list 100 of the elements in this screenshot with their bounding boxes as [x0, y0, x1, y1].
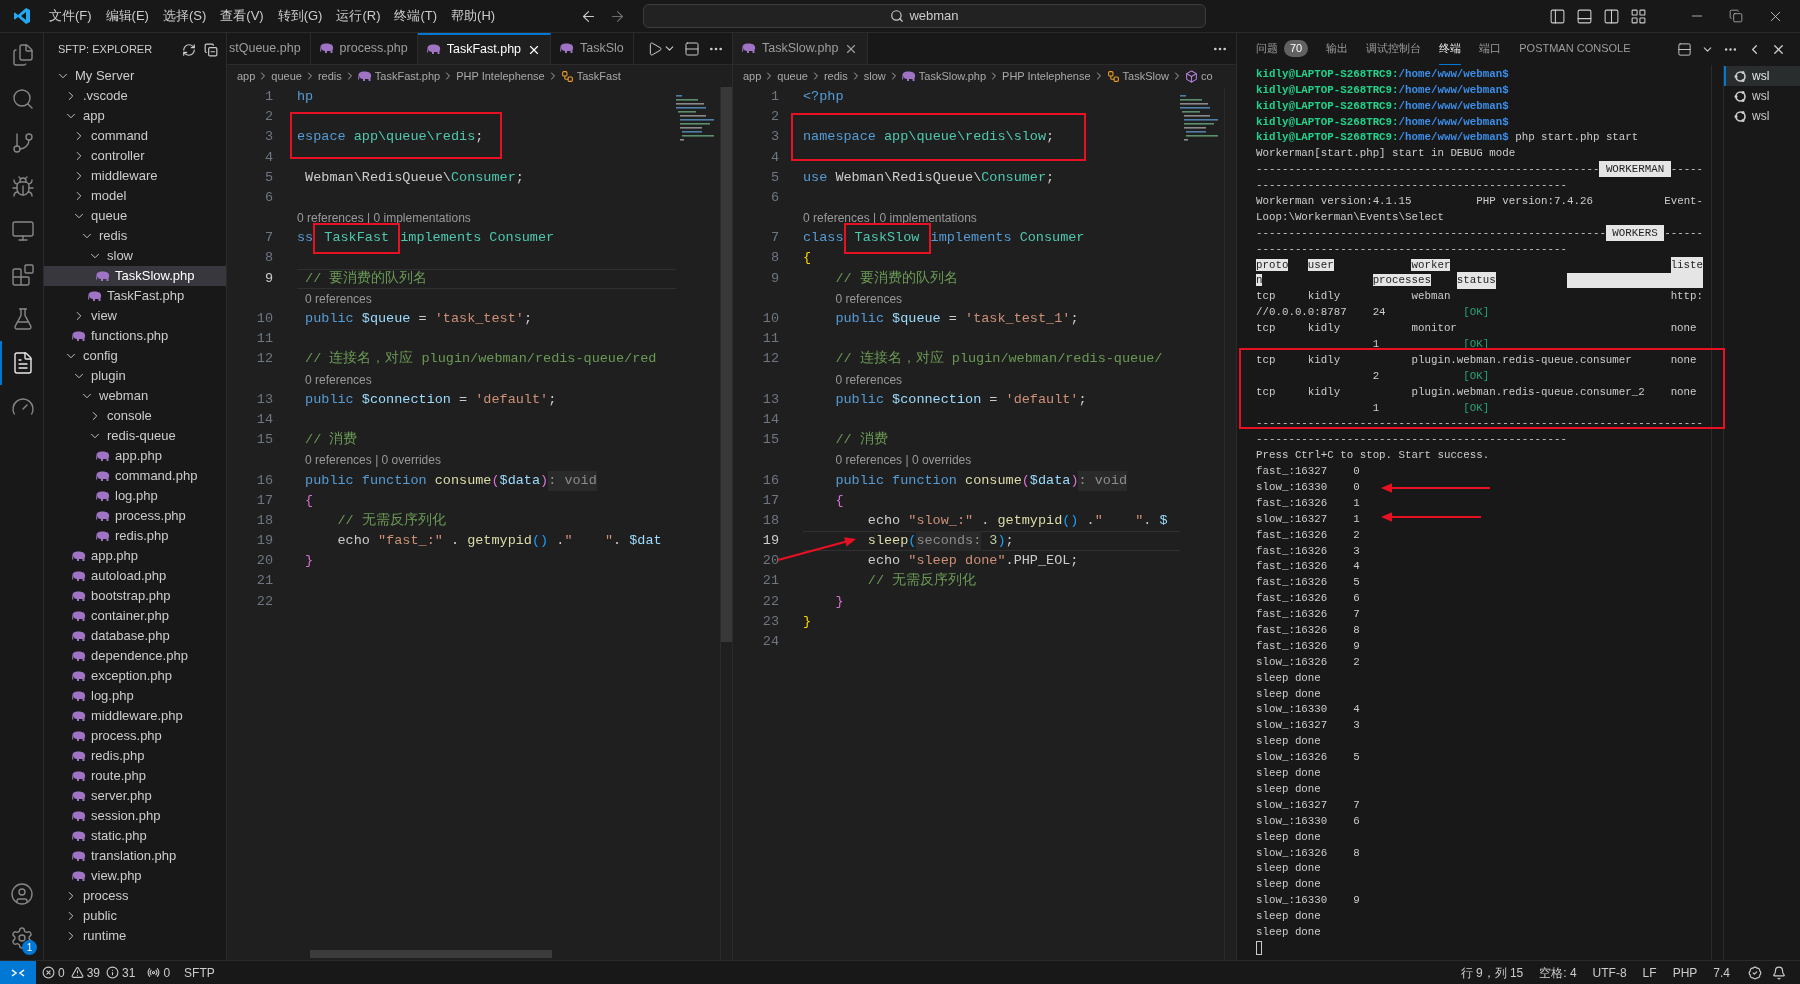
status-item[interactable]: PHP	[1664, 963, 1706, 982]
tree-item[interactable]: .vscode	[44, 86, 226, 106]
tree-item[interactable]: log.php	[44, 486, 226, 506]
panel-tab[interactable]: 输出	[1326, 33, 1349, 65]
tree-item[interactable]: middleware.php	[44, 706, 226, 726]
activity-item[interactable]: 1	[0, 916, 43, 960]
editor-tab[interactable]: TaskFast.php	[417, 33, 552, 64]
breadcrumb-item[interactable]: PHP Intelephense	[456, 67, 545, 85]
tree-item[interactable]: middleware	[44, 166, 226, 186]
ports-button[interactable]: 0	[141, 963, 177, 982]
breadcrumb-item[interactable]: queue	[777, 67, 808, 85]
terminal-session-item[interactable]: wsl	[1724, 106, 1800, 126]
tree-item[interactable]: model	[44, 186, 226, 206]
codelens-text[interactable]: 0 references	[835, 370, 903, 389]
tree-item[interactable]: bootstrap.php	[44, 586, 226, 606]
editor-tab[interactable]: TaskSlow.php	[733, 33, 869, 64]
run-icon[interactable]	[647, 40, 663, 57]
editor-tab[interactable]: TaskSlo	[551, 33, 634, 64]
tree-item[interactable]: redis-queue	[44, 426, 226, 446]
tree-item[interactable]: My Server	[44, 66, 226, 86]
refresh-icon[interactable]	[182, 42, 196, 57]
breadcrumb-item[interactable]: TaskSlow	[1106, 67, 1170, 85]
panel-tab[interactable]: 调试控制台	[1366, 33, 1422, 65]
tree-item[interactable]: autoload.php	[44, 566, 226, 586]
tree-item[interactable]: view	[44, 306, 226, 326]
tree-item[interactable]: slow	[44, 246, 226, 266]
scrollbar-thumb[interactable]	[721, 87, 732, 642]
tree-item[interactable]: redis.php	[44, 526, 226, 546]
menu-item[interactable]: 终端(T)	[389, 6, 443, 26]
tree-item[interactable]: command	[44, 126, 226, 146]
menu-item[interactable]: 帮助(H)	[446, 6, 501, 26]
tree-item[interactable]: translation.php	[44, 846, 226, 866]
breadcrumb-item[interactable]: app	[237, 67, 256, 85]
tree-item[interactable]: plugin	[44, 366, 226, 386]
scrollbar-track[interactable]	[1711, 65, 1724, 960]
panel-tab[interactable]: 终端	[1439, 33, 1462, 65]
tree-item[interactable]: app	[44, 106, 226, 126]
panel-tab[interactable]: 端口	[1479, 33, 1502, 65]
tree-item[interactable]: redis.php	[44, 746, 226, 766]
tree-item[interactable]: console	[44, 406, 226, 426]
codelens-text[interactable]: 0 references | 0 overrides	[835, 451, 972, 470]
menu-item[interactable]: 运行(R)	[331, 6, 386, 26]
breadcrumb-item[interactable]: redis	[823, 67, 848, 85]
menu-item[interactable]: 编辑(E)	[100, 6, 154, 26]
editor-tab[interactable]: process.php	[310, 33, 418, 64]
tree-item[interactable]: dependence.php	[44, 646, 226, 666]
layout-icon[interactable]	[1630, 7, 1647, 25]
tree-item[interactable]: TaskFast.php	[44, 286, 226, 306]
badge-check-icon[interactable]	[1748, 965, 1762, 980]
tree-item[interactable]: functions.php	[44, 326, 226, 346]
tree-item[interactable]: process	[44, 886, 226, 906]
collapse-all-icon[interactable]	[204, 42, 218, 57]
sidebar-toggle-icon[interactable]	[1549, 7, 1566, 25]
panel-tab[interactable]: POSTMAN CONSOLE	[1519, 33, 1631, 65]
terminal-session-item[interactable]: wsl	[1724, 66, 1800, 86]
tree-item[interactable]: view.php	[44, 866, 226, 886]
command-search-field[interactable]: webman	[643, 4, 1206, 28]
panel-toggle-icon[interactable]	[1576, 7, 1593, 25]
tree-item[interactable]: controller	[44, 146, 226, 166]
breadcrumb-item[interactable]: queue	[271, 67, 302, 85]
split-terminal-icon[interactable]	[1677, 41, 1692, 57]
breadcrumb-item[interactable]: redis	[317, 67, 342, 85]
remote-button[interactable]	[0, 961, 36, 984]
columns-icon[interactable]	[1603, 7, 1620, 25]
status-item[interactable]: UTF-8	[1584, 963, 1635, 982]
tree-item[interactable]: redis	[44, 226, 226, 246]
status-item[interactable]: SFTP	[176, 963, 223, 982]
tree-item[interactable]: app.php	[44, 446, 226, 466]
tree-item[interactable]: TaskSlow.php	[44, 266, 226, 286]
restore-icon[interactable]	[1729, 9, 1743, 23]
tree-item[interactable]: static.php	[44, 826, 226, 846]
codelens-text[interactable]: 0 references | 0 overrides	[305, 451, 441, 470]
codelens-text[interactable]: 0 references	[305, 289, 372, 308]
breadcrumb-item[interactable]: co	[1185, 67, 1213, 85]
codelens-text[interactable]: 0 references	[835, 289, 903, 308]
tree-item[interactable]: public	[44, 906, 226, 926]
tree-item[interactable]: container.php	[44, 606, 226, 626]
status-item[interactable]: 7.4	[1705, 963, 1738, 982]
tree-item[interactable]: exception.php	[44, 666, 226, 686]
terminal-session-item[interactable]: wsl	[1724, 86, 1800, 106]
menu-item[interactable]: 文件(F)	[44, 6, 97, 26]
menu-item[interactable]: 选择(S)	[157, 6, 212, 26]
editor-tab[interactable]: stQueue.php	[227, 33, 311, 64]
breadcrumb-item[interactable]: slow	[863, 67, 886, 85]
tree-item[interactable]: app.php	[44, 546, 226, 566]
tree-item[interactable]: log.php	[44, 686, 226, 706]
tree-item[interactable]: server.php	[44, 786, 226, 806]
problems-button[interactable]: 0 39 31	[36, 963, 142, 982]
tree-item[interactable]: session.php	[44, 806, 226, 826]
breadcrumb-item[interactable]: PHP Intelephense	[1002, 67, 1091, 85]
tree-item[interactable]: webman	[44, 386, 226, 406]
breadcrumb-item[interactable]: TaskFast.php	[357, 67, 441, 85]
panel-tab[interactable]: 问题 70	[1256, 33, 1309, 65]
breadcrumb-item[interactable]: TaskFast	[560, 67, 621, 85]
tree-item[interactable]: runtime	[44, 926, 226, 946]
status-item[interactable]: 空格: 4	[1531, 963, 1585, 982]
split-editor-icon[interactable]	[684, 40, 700, 57]
breadcrumb-item[interactable]: app	[743, 67, 762, 85]
menu-item[interactable]: 查看(V)	[215, 6, 269, 26]
codelens-text[interactable]: 0 references	[305, 370, 372, 389]
